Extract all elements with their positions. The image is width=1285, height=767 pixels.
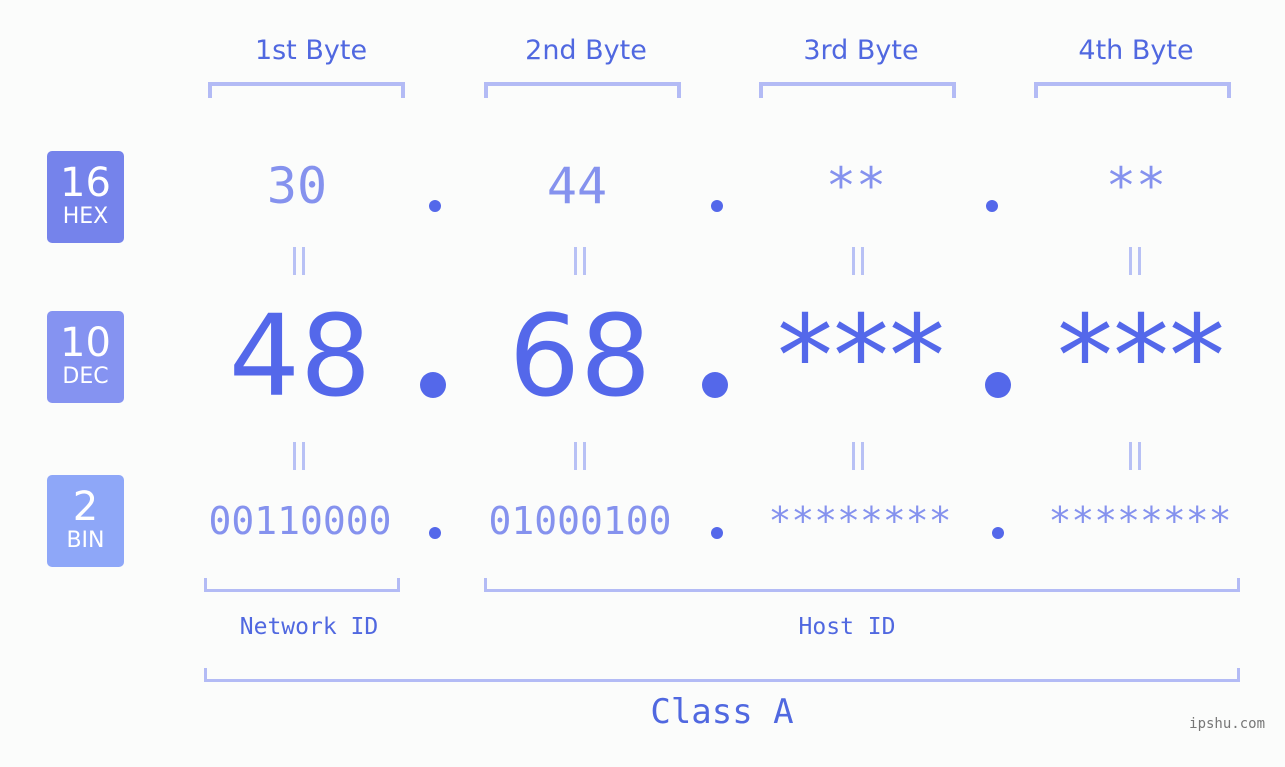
- host-id-bracket: [484, 578, 1240, 592]
- hex-byte-4: **: [1105, 157, 1167, 215]
- equals-icon: [1125, 442, 1145, 470]
- watermark: ipshu.com: [1189, 716, 1265, 732]
- host-id-label: Host ID: [798, 614, 896, 640]
- bin-separator-dot: [711, 527, 723, 539]
- dec-byte-1: 48: [228, 292, 372, 422]
- equals-icon: [570, 247, 590, 275]
- byte-bracket-3: [759, 82, 956, 98]
- equals-icon: [848, 442, 868, 470]
- dec-base-label: DEC: [62, 364, 109, 389]
- dec-badge: 10 DEC: [47, 311, 124, 403]
- equals-icon: [570, 442, 590, 470]
- dec-separator-dot: [420, 372, 446, 398]
- class-bracket: [204, 668, 1240, 682]
- network-id-bracket: [204, 578, 400, 592]
- hex-separator-dot: [429, 200, 441, 212]
- bin-byte-1: 00110000: [208, 499, 392, 543]
- bin-base-number: 2: [72, 484, 99, 530]
- hex-byte-1: 30: [266, 157, 328, 215]
- dec-byte-3: ***: [777, 292, 945, 422]
- equals-icon: [848, 247, 868, 275]
- hex-separator-dot: [711, 200, 723, 212]
- equals-icon: [1125, 247, 1145, 275]
- hex-badge: 16 HEX: [47, 151, 124, 243]
- bin-base-label: BIN: [66, 528, 105, 553]
- dec-byte-4: ***: [1057, 292, 1225, 422]
- bin-byte-2: 01000100: [488, 499, 672, 543]
- byte-header-4: 4th Byte: [1078, 35, 1194, 66]
- byte-bracket-2: [484, 82, 681, 98]
- bin-byte-3: ********: [768, 499, 952, 543]
- byte-header-1: 1st Byte: [254, 35, 368, 66]
- equals-icon: [289, 247, 309, 275]
- byte-header-2: 2nd Byte: [525, 35, 647, 66]
- hex-byte-2: 44: [546, 157, 608, 215]
- byte-header-3: 3rd Byte: [803, 35, 919, 66]
- hex-byte-3: **: [825, 157, 887, 215]
- dec-base-number: 10: [60, 320, 111, 366]
- bin-byte-4: ********: [1048, 499, 1232, 543]
- bin-separator-dot: [429, 527, 441, 539]
- dec-separator-dot: [702, 372, 728, 398]
- hex-separator-dot: [986, 200, 998, 212]
- hex-base-label: HEX: [62, 204, 109, 229]
- dec-byte-2: 68: [508, 292, 652, 422]
- byte-bracket-4: [1034, 82, 1231, 98]
- dec-separator-dot: [985, 372, 1011, 398]
- hex-base-number: 16: [60, 160, 111, 206]
- bin-badge: 2 BIN: [47, 475, 124, 567]
- equals-icon: [289, 442, 309, 470]
- class-label: Class A: [650, 692, 794, 732]
- byte-bracket-1: [208, 82, 405, 98]
- network-id-label: Network ID: [239, 614, 379, 640]
- bin-separator-dot: [992, 527, 1004, 539]
